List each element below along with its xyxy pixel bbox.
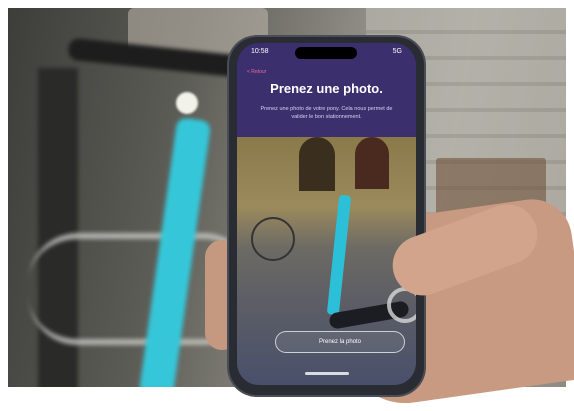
scooter-headlight xyxy=(176,92,198,114)
back-link[interactable]: < Retour xyxy=(247,69,266,75)
camera-bike-wheel xyxy=(251,217,295,261)
status-time: 10:58 xyxy=(251,47,269,55)
camera-archway-right xyxy=(355,137,389,189)
screen-title: Prenez une photo. xyxy=(270,81,383,96)
camera-archway-left xyxy=(299,137,335,191)
camera-scooter xyxy=(326,194,352,316)
phone-screen: 10:58 5G < Retour Prenez une photo. Pren… xyxy=(237,43,416,385)
take-photo-button[interactable]: Prenez la photo xyxy=(275,331,405,353)
home-indicator xyxy=(305,372,349,375)
screen-description: Prenez une photo de votre pony. Cela nou… xyxy=(260,106,393,120)
status-signal: 5G xyxy=(392,47,402,55)
status-bar: 10:58 5G xyxy=(237,43,416,59)
camera-preview: Prenez la photo xyxy=(237,137,416,385)
